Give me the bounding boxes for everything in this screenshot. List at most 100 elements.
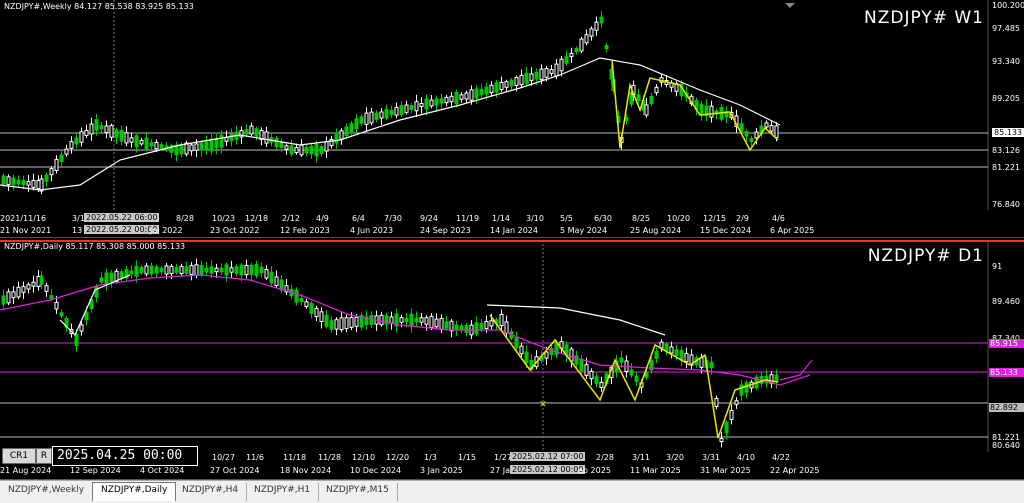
- candle-body: [394, 106, 399, 116]
- candle-body: [159, 267, 164, 273]
- time-tick: 1/3: [424, 453, 437, 462]
- candle-body: [489, 320, 494, 327]
- crosshair-mode-button[interactable]: CR1: [2, 448, 36, 464]
- candle-body: [589, 28, 594, 37]
- date-navigation-box[interactable]: 2025.04.25 00:00: [52, 446, 198, 466]
- daily-price-scale[interactable]: 91 89.460 87.340 85.915 85.133 82.892 81…: [988, 240, 1024, 480]
- candle-body: [409, 313, 414, 327]
- candle-body: [214, 137, 219, 149]
- crosshair-time-label: 2022.05.22 06:00: [84, 213, 160, 222]
- candle-body: [144, 137, 149, 150]
- candle-body: [564, 56, 569, 64]
- candle-body: [344, 126, 349, 136]
- tab-daily[interactable]: NZDJPY#,Daily: [92, 482, 177, 501]
- candle-body: [139, 140, 144, 145]
- candle-body: [389, 316, 394, 324]
- candle-body: [119, 271, 124, 279]
- candle-body: [489, 84, 494, 94]
- current-price-tag: 85.133: [992, 128, 1024, 137]
- candle-body: [424, 98, 429, 110]
- time-tick: 10/23: [212, 214, 236, 223]
- magenta-price-tag: 85.915: [989, 339, 1024, 348]
- candle-body: [54, 159, 59, 171]
- candle-body: [739, 123, 744, 132]
- tab-h4[interactable]: NZDJPY#,H4: [174, 483, 248, 501]
- daily-plot[interactable]: ✕: [0, 240, 1024, 480]
- time-tick: 5 May 2024: [560, 226, 608, 235]
- tab-m15[interactable]: NZDJPY#,M15: [318, 483, 398, 501]
- candle-body: [279, 141, 284, 149]
- time-tick: 3/1: [72, 214, 85, 223]
- candle-body: [419, 317, 424, 323]
- candle-body: [729, 410, 734, 420]
- candle-body: [189, 265, 194, 275]
- candle-body: [44, 174, 49, 182]
- tab-weekly[interactable]: NZDJPY#,Weekly: [0, 483, 94, 501]
- candle-body: [479, 323, 484, 331]
- crosshair-time-label: 2025.02.12 00:00: [510, 465, 586, 474]
- candle-body: [384, 108, 389, 119]
- candle-body: [424, 317, 429, 325]
- candle-body: [149, 265, 154, 275]
- candle-body: [739, 384, 744, 396]
- scroll-marker: [785, 3, 795, 8]
- candle-body: [294, 289, 299, 303]
- candle-body: [659, 341, 664, 349]
- time-tick: 18 Nov 2024: [280, 466, 332, 475]
- candle-body: [669, 346, 674, 354]
- price-tick: 89.205: [992, 94, 1020, 103]
- candle-body: [709, 361, 714, 369]
- candle-body: [79, 131, 84, 143]
- candle-body: [439, 98, 444, 104]
- candle-body: [289, 145, 294, 155]
- candle-body: [554, 63, 559, 77]
- candle-body: [314, 307, 319, 318]
- candle-body: [124, 132, 129, 144]
- candle-body: [304, 301, 309, 307]
- candle-body: [604, 45, 609, 50]
- candle-body: [299, 144, 304, 156]
- candle-body: [404, 104, 409, 113]
- candle-body: [129, 270, 134, 275]
- candle-body: [474, 322, 479, 335]
- candle-body: [544, 351, 549, 359]
- moving-average-line: [0, 274, 811, 386]
- candle-body: [769, 125, 774, 132]
- price-tick: 91: [992, 262, 1003, 271]
- candle-body: [344, 317, 349, 330]
- candle-body: [11, 291, 16, 299]
- candle-body: [309, 145, 314, 155]
- price-tick: 89.460: [992, 297, 1020, 306]
- daily-chart[interactable]: ✕ NZDJPY#,Daily 85.117 85.308 85.000 85.…: [0, 240, 1024, 480]
- candle-body: [584, 34, 589, 44]
- candle-body: [469, 89, 474, 101]
- daily-symbol-info: NZDJPY#,Daily 85.117 85.308 85.000 85.13…: [4, 242, 186, 251]
- candle-body: [654, 86, 659, 94]
- candle-body: [509, 79, 514, 87]
- time-tick: 2/12: [282, 214, 300, 223]
- candle-body: [26, 181, 31, 186]
- price-tick: 76.840: [992, 200, 1020, 209]
- candle-body: [429, 315, 434, 329]
- candle-body: [31, 179, 36, 188]
- candle-body: [264, 269, 269, 279]
- candle-body: [699, 104, 704, 116]
- candle-body: [244, 264, 249, 276]
- weekly-plot[interactable]: [0, 0, 1024, 238]
- weekly-symbol-info: NZDJPY#,Weekly 84.127 85.538 83.925 85.1…: [4, 2, 194, 11]
- candle-body: [309, 302, 314, 314]
- weekly-price-scale[interactable]: 100.200 97.485 93.340 89.205 85.133 83.1…: [988, 0, 1024, 238]
- weekly-chart[interactable]: NZDJPY#,Weekly 84.127 85.538 83.925 85.1…: [0, 0, 1024, 238]
- time-tick: 10/20: [667, 214, 691, 223]
- candle-body: [354, 316, 359, 327]
- time-tick: 5/5: [560, 214, 573, 223]
- candle-body: [219, 134, 224, 148]
- tab-h1[interactable]: NZDJPY#,H1: [246, 483, 320, 501]
- candle-body: [494, 82, 499, 93]
- time-tick: 12/18: [245, 214, 269, 223]
- time-tick: 12/10: [352, 453, 376, 462]
- candle-body: [244, 129, 249, 135]
- reset-button[interactable]: R: [36, 448, 52, 464]
- candle-body: [214, 267, 219, 273]
- time-tick: 4/10: [737, 453, 755, 462]
